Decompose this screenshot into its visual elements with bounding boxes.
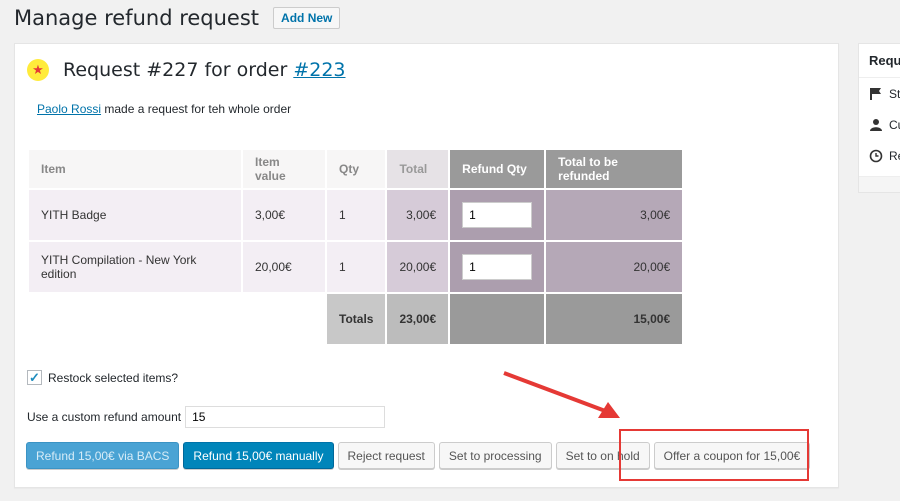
refund-qty-input[interactable] [462, 202, 533, 228]
restock-option[interactable]: ✓ Restock selected items? [27, 370, 178, 385]
footer-totals-label: Totals [324, 292, 388, 346]
annotation-highlight-box [619, 429, 809, 481]
table-row: YITH Badge 3,00€ 1 3,00€ 3,00€ [27, 188, 685, 242]
cell-total: 20,00€ [385, 240, 451, 294]
refund-bacs-button[interactable]: Refund 15,00€ via BACS [26, 442, 180, 469]
custom-amount-label: Use a custom refund amount [27, 410, 182, 424]
custom-amount-row: Use a custom refund amount [27, 406, 386, 428]
user-icon [870, 118, 882, 131]
page-title: Manage refund request Add New [14, 6, 341, 30]
column-header-item: Item [27, 148, 243, 190]
sidebar-row-label: Cu [889, 117, 900, 132]
column-header-qty: Qty [324, 148, 388, 190]
sidebar-row-received: Re [859, 140, 900, 171]
refund-qty-input[interactable] [462, 254, 533, 280]
footer-empty-cell [241, 292, 327, 346]
restock-label: Restock selected items? [48, 370, 179, 385]
cell-item: YITH Badge [27, 188, 243, 242]
set-processing-button[interactable]: Set to processing [438, 442, 552, 469]
sidebar-row-status: St [859, 78, 900, 109]
footer-empty-cell [27, 292, 243, 346]
sidebar-row-label: Re [889, 148, 900, 163]
request-header: ★ Request #227 for order #223 [27, 59, 346, 81]
reject-request-button[interactable]: Reject request [337, 442, 435, 469]
page-title-text: Manage refund request [14, 6, 260, 30]
cell-item: YITH Compilation - New York edition [27, 240, 243, 294]
flag-icon [870, 87, 881, 100]
sidebar-title: Requ [859, 44, 900, 78]
cell-refund-total: 20,00€ [544, 240, 685, 294]
footer-refund-total: 15,00€ [544, 292, 685, 346]
refund-manual-button[interactable]: Refund 15,00€ manually [183, 442, 334, 469]
cell-total: 3,00€ [385, 188, 451, 242]
table-footer-row: Totals 23,00€ 15,00€ [27, 292, 685, 346]
sidebar-row-label: St [889, 86, 900, 101]
request-title-prefix: Request #227 for order [63, 59, 294, 81]
sidebar-row-customer: Cu [859, 109, 900, 140]
column-header-item-value: Item value [241, 148, 327, 190]
column-header-refund-qty: Refund Qty [448, 148, 547, 190]
request-title: Request #227 for order #223 [63, 59, 346, 81]
column-header-total-refunded: Total to be refunded [544, 148, 685, 190]
cell-qty: 1 [324, 188, 388, 242]
sidebar-footer [859, 176, 900, 192]
order-link[interactable]: #223 [293, 59, 345, 81]
cell-item-value: 20,00€ [241, 240, 327, 294]
custom-amount-input[interactable] [185, 406, 386, 428]
cell-refund-total: 3,00€ [544, 188, 685, 242]
restock-checkbox[interactable]: ✓ [27, 370, 42, 385]
cell-refund-qty [448, 240, 547, 294]
request-details-sidebar: Requ St Cu Re [858, 43, 900, 193]
request-description-text: made a request for teh whole order [101, 102, 292, 116]
cell-item-value: 3,00€ [241, 188, 327, 242]
table-row: YITH Compilation - New York edition 20,0… [27, 240, 685, 294]
add-new-button[interactable]: Add New [273, 7, 341, 29]
star-icon: ★ [27, 59, 49, 81]
footer-refund-qty [448, 292, 547, 346]
column-header-total: Total [385, 148, 451, 190]
request-description: Paolo Rossi made a request for teh whole… [37, 102, 291, 116]
footer-total: 23,00€ [385, 292, 451, 346]
cell-refund-qty [448, 188, 547, 242]
table-header-row: Item Item value Qty Total Refund Qty Tot… [27, 148, 685, 190]
refund-request-panel: ★ Request #227 for order #223 Paolo Ross… [14, 43, 839, 488]
items-table: Item Item value Qty Total Refund Qty Tot… [27, 148, 685, 346]
clock-icon [869, 149, 883, 162]
cell-qty: 1 [324, 240, 388, 294]
customer-link[interactable]: Paolo Rossi [37, 102, 101, 116]
annotation-arrow [503, 371, 620, 418]
